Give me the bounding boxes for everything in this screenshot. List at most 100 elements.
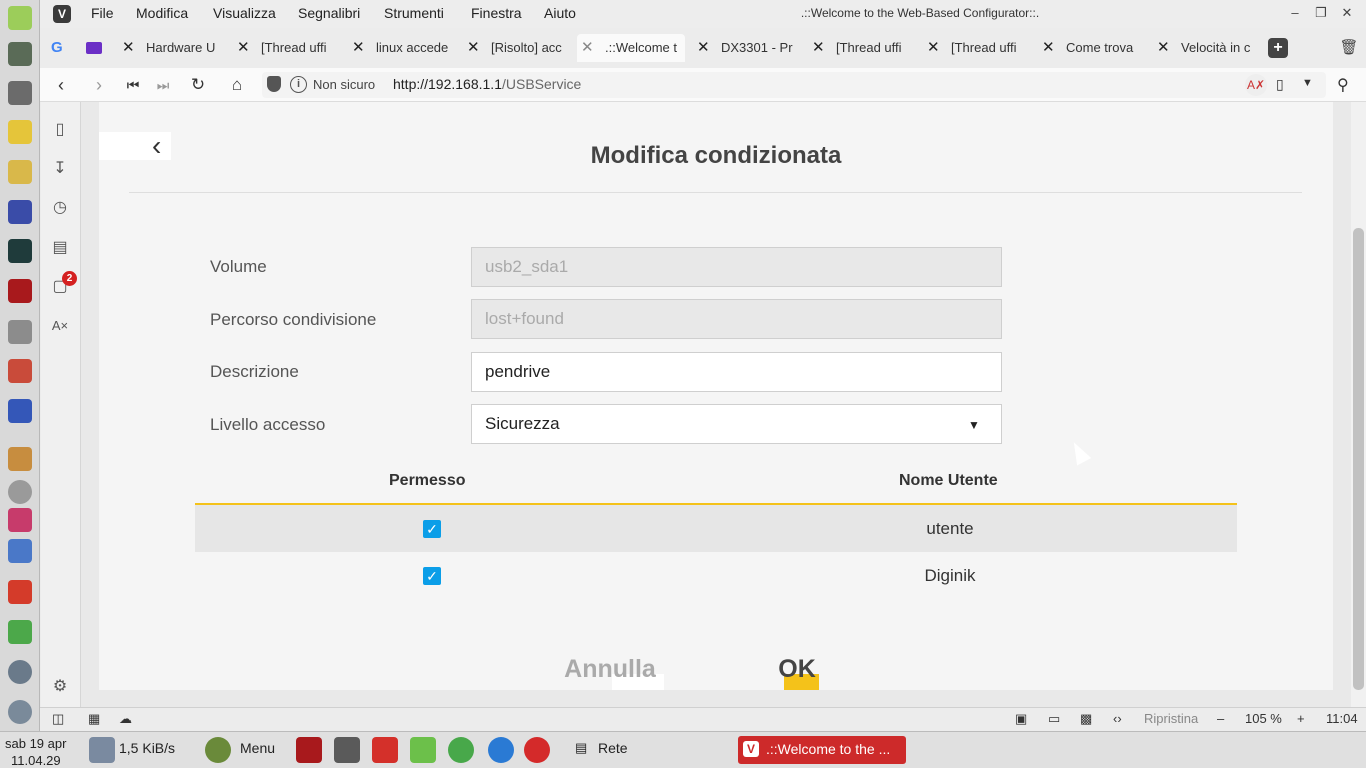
network-label[interactable]: Rete bbox=[598, 740, 628, 756]
close-tab-icon[interactable]: ✕ bbox=[697, 34, 710, 62]
capture-icon[interactable]: ▣ bbox=[1015, 711, 1027, 727]
home-icon[interactable]: ⌂ bbox=[225, 74, 249, 96]
close-tab-icon[interactable]: ✕ bbox=[1042, 34, 1055, 62]
zoom-in-icon[interactable]: + bbox=[1297, 711, 1305, 726]
sync-launcher-icon[interactable] bbox=[448, 737, 474, 763]
tab-item[interactable]: ✕ Come trova bbox=[1038, 34, 1142, 62]
network-monitor-icon[interactable] bbox=[89, 737, 115, 763]
notes-icon[interactable] bbox=[4, 116, 36, 148]
reset-zoom-button[interactable]: Ripristina bbox=[1144, 711, 1198, 726]
terminal-red-icon[interactable] bbox=[4, 275, 36, 307]
refresh-launcher-icon[interactable] bbox=[488, 737, 514, 763]
history-panel-icon[interactable]: ◷ bbox=[48, 196, 72, 220]
tab-item-active[interactable]: ✕ .::Welcome t bbox=[577, 34, 685, 62]
menu-segnalibri[interactable]: Segnalibri bbox=[298, 5, 360, 21]
rewind-icon[interactable]: ⏮ bbox=[121, 74, 145, 96]
window-icon[interactable]: ▭ bbox=[1048, 711, 1060, 727]
terminal-launcher-icon[interactable] bbox=[296, 737, 322, 763]
menu-icon[interactable] bbox=[205, 737, 231, 763]
tab-item[interactable]: ✕ [Thread uffi bbox=[233, 34, 337, 62]
info-icon[interactable]: i bbox=[290, 76, 307, 93]
start-menu-button[interactable]: Menu bbox=[240, 740, 275, 756]
calculator-icon[interactable] bbox=[4, 77, 36, 109]
text-editor-icon[interactable] bbox=[4, 2, 36, 34]
menu-strumenti[interactable]: Strumenti bbox=[384, 5, 444, 21]
search-icon[interactable]: ⚲ bbox=[1337, 75, 1349, 95]
chart-app-icon[interactable] bbox=[4, 196, 36, 228]
package-manager-icon[interactable] bbox=[4, 355, 36, 387]
pencils-icon[interactable] bbox=[4, 395, 36, 427]
crayons-icon[interactable] bbox=[4, 576, 36, 608]
tab-item[interactable]: ✕ Hardware U bbox=[118, 34, 222, 62]
fast-forward-icon[interactable]: ⏭ bbox=[151, 74, 175, 96]
cloud-sync-icon[interactable]: ☁ bbox=[119, 711, 132, 727]
close-tab-icon[interactable]: ✕ bbox=[1157, 34, 1170, 62]
disk-usage-icon[interactable] bbox=[4, 316, 36, 348]
power-icon[interactable] bbox=[524, 737, 550, 763]
network-icon[interactable]: ▤ bbox=[575, 740, 587, 756]
tab-item[interactable]: ✕ [Thread uffi bbox=[808, 34, 912, 62]
url-field[interactable]: i Non sicuro http://192.168.1.1/USBServi… bbox=[262, 72, 1326, 98]
close-tab-icon[interactable]: ✕ bbox=[237, 34, 250, 62]
menu-modifica[interactable]: Modifica bbox=[136, 5, 188, 21]
scrollbar-thumb[interactable] bbox=[1353, 228, 1364, 690]
tab-item[interactable]: ✕ linux accede bbox=[348, 34, 452, 62]
spreadsheet-icon[interactable] bbox=[4, 38, 36, 70]
downloads-panel-icon[interactable]: ↧ bbox=[48, 157, 72, 181]
notes-panel-icon[interactable]: ▤ bbox=[48, 236, 72, 260]
new-tab-icon[interactable]: + bbox=[1268, 38, 1288, 58]
description-field[interactable]: pendrive bbox=[471, 352, 1002, 392]
bookmark-icon[interactable]: ▯ bbox=[1276, 76, 1284, 93]
restore-icon[interactable]: ❐ bbox=[1311, 5, 1331, 23]
access-level-select[interactable]: Sicurezza ▼ bbox=[471, 404, 1002, 444]
editor-launcher-icon[interactable] bbox=[410, 737, 436, 763]
translate-panel-icon[interactable]: A× bbox=[48, 314, 72, 338]
tab-item[interactable]: ✕ DX3301 - Pr bbox=[693, 34, 797, 62]
active-window-button[interactable]: V .::Welcome to the ... bbox=[738, 736, 906, 764]
close-tab-icon[interactable]: ✕ bbox=[122, 34, 135, 62]
translate-icon[interactable]: A✗ bbox=[1245, 74, 1267, 96]
forward-icon[interactable]: › bbox=[87, 74, 111, 96]
close-tab-icon[interactable]: ✕ bbox=[581, 34, 594, 62]
tab-item[interactable]: ✕ [Thread uffi bbox=[923, 34, 1027, 62]
reload-icon[interactable]: ↻ bbox=[186, 74, 210, 96]
minimize-icon[interactable]: – bbox=[1285, 5, 1305, 23]
settings-icon[interactable]: ⚙ bbox=[48, 675, 72, 699]
search-app-icon[interactable] bbox=[4, 696, 36, 728]
image-icon[interactable]: ▩ bbox=[1080, 711, 1092, 727]
download-icon[interactable] bbox=[4, 616, 36, 648]
tab-google[interactable]: G bbox=[46, 34, 72, 62]
close-icon[interactable]: ✕ bbox=[1337, 5, 1357, 23]
back-icon[interactable]: ‹ bbox=[49, 74, 73, 96]
menu-file[interactable]: File bbox=[91, 5, 114, 21]
close-tab-icon[interactable]: ✕ bbox=[812, 34, 825, 62]
network-computers-icon[interactable] bbox=[4, 535, 36, 567]
permission-checkbox[interactable]: ✓ bbox=[423, 567, 441, 585]
zoom-out-icon[interactable]: – bbox=[1217, 711, 1224, 726]
close-tab-icon[interactable]: ✕ bbox=[927, 34, 940, 62]
menu-finestra[interactable]: Finestra bbox=[471, 5, 522, 21]
trash-icon[interactable]: 🗑 bbox=[1339, 38, 1359, 58]
dropdown-icon[interactable]: ▼ bbox=[1302, 77, 1313, 89]
clipboard-icon[interactable] bbox=[4, 443, 36, 475]
globe-icon[interactable] bbox=[4, 656, 36, 688]
tab-item[interactable]: ✕ Velocità in c bbox=[1153, 34, 1257, 62]
tools-launcher-icon[interactable] bbox=[334, 737, 360, 763]
terminal-icon[interactable] bbox=[4, 235, 36, 267]
ok-button[interactable]: OK bbox=[772, 655, 822, 684]
vivaldi-logo-icon[interactable]: V bbox=[53, 5, 71, 23]
close-tab-icon[interactable]: ✕ bbox=[352, 34, 365, 62]
close-tab-icon[interactable]: ✕ bbox=[467, 34, 480, 62]
cancel-button[interactable]: Annulla bbox=[555, 655, 665, 684]
panel-toggle-icon[interactable]: ◫ bbox=[52, 711, 64, 727]
menu-visualizza[interactable]: Visualizza bbox=[213, 5, 276, 21]
tiling-icon[interactable]: ▦ bbox=[88, 711, 100, 727]
vivaldi-launcher-icon[interactable] bbox=[372, 737, 398, 763]
code-icon[interactable]: ‹› bbox=[1113, 711, 1122, 726]
tab-item[interactable]: ✕ [Risolto] acc bbox=[463, 34, 567, 62]
bookmarks-panel-icon[interactable]: ▯ bbox=[48, 118, 72, 142]
permission-checkbox[interactable]: ✓ bbox=[423, 520, 441, 538]
vivaldi-icon[interactable] bbox=[4, 504, 36, 536]
menu-aiuto[interactable]: Aiuto bbox=[544, 5, 576, 21]
tab-mail[interactable] bbox=[82, 34, 108, 62]
